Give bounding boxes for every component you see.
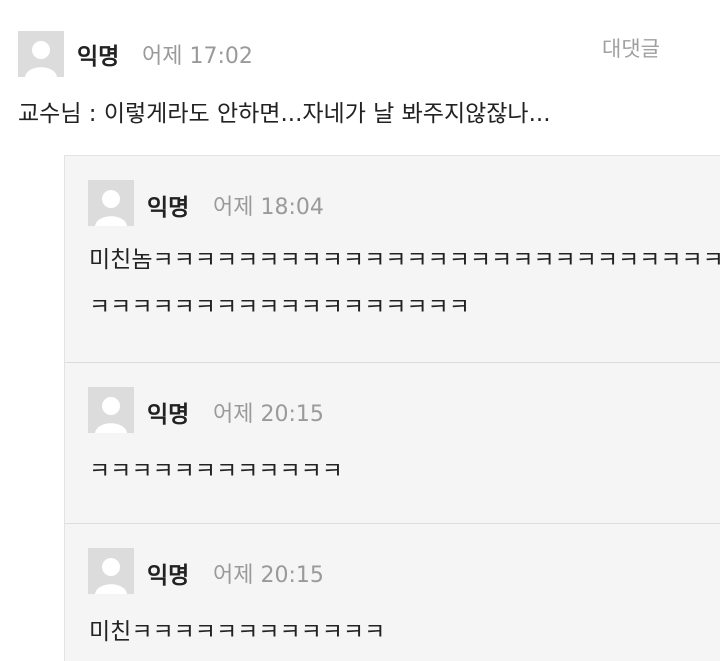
avatar[interactable]	[18, 31, 64, 77]
comment-time: 어제 20:15	[213, 402, 324, 427]
divider	[65, 362, 720, 363]
user-silhouette-icon	[88, 548, 134, 594]
user-silhouette-icon	[88, 387, 134, 433]
author-name[interactable]: 익명	[147, 188, 189, 222]
comment-text-line: ㅋㅋㅋㅋㅋㅋㅋㅋㅋㅋㅋㅋ	[89, 458, 343, 484]
user-silhouette-icon	[88, 180, 134, 226]
comment-time: 어제 20:15	[213, 563, 324, 588]
user-silhouette-icon	[18, 31, 64, 77]
comment-time: 어제 18:04	[213, 195, 324, 220]
avatar[interactable]	[88, 387, 134, 433]
comment-time: 어제 17:02	[142, 44, 253, 69]
avatar[interactable]	[88, 548, 134, 594]
comment-text: 교수님 : 이렇게라도 안하면...자네가 날 봐주지않잖나...	[18, 101, 551, 127]
replies-list: 익명 어제 18:04 미친놈ㅋㅋㅋㅋㅋㅋㅋㅋㅋㅋㅋㅋㅋㅋㅋㅋㅋㅋㅋㅋㅋㅋㅋㅋㅋ…	[64, 155, 720, 661]
divider	[65, 523, 720, 524]
comment-text-line: 미친놈ㅋㅋㅋㅋㅋㅋㅋㅋㅋㅋㅋㅋㅋㅋㅋㅋㅋㅋㅋㅋㅋㅋㅋㅋㅋㅋㅋ	[89, 247, 720, 273]
author-name[interactable]: 익명	[147, 556, 189, 590]
comment-text-line: 미친ㅋㅋㅋㅋㅋㅋㅋㅋㅋㅋㅋㅋ	[89, 619, 386, 645]
comment-text-line: ㅋㅋㅋㅋㅋㅋㅋㅋㅋㅋㅋㅋㅋㅋㅋㅋㅋㅋ	[89, 294, 470, 320]
author-name[interactable]: 익명	[147, 395, 189, 429]
reply-button[interactable]: 대댓글	[602, 33, 660, 63]
avatar[interactable]	[88, 180, 134, 226]
author-name[interactable]: 익명	[77, 37, 119, 71]
